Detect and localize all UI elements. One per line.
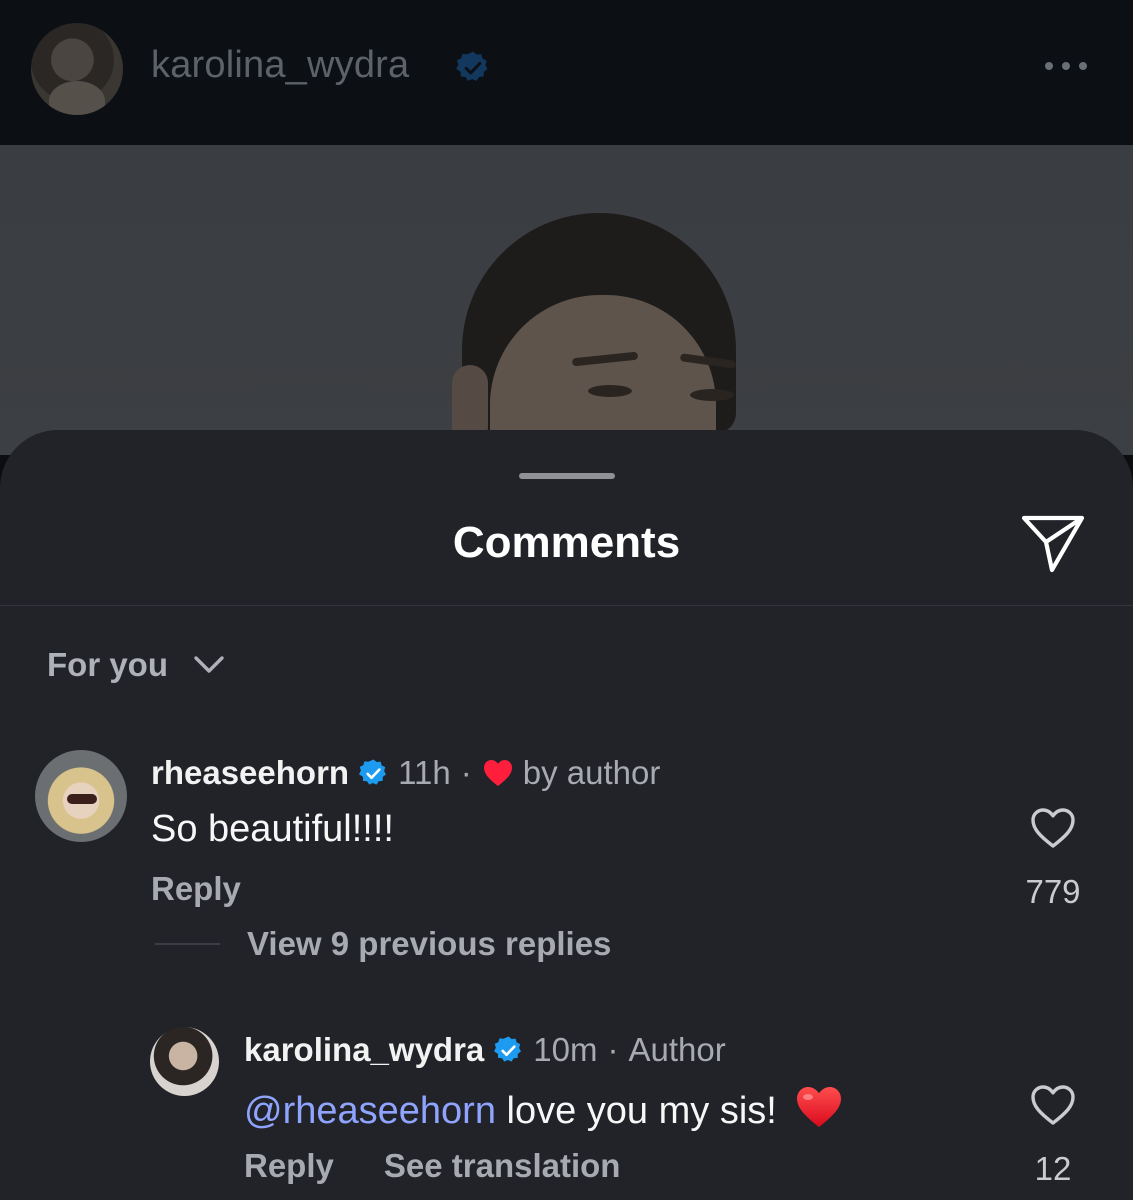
photo-eye-right [690,389,734,401]
post-header: karolina_wydra [0,0,1133,144]
red-heart-emoji-icon [797,1087,842,1127]
separator: · [460,754,472,791]
liked-by-author: by author [522,754,661,791]
sunglasses [67,794,97,804]
reply-text: @rheaseehorn love you my sis! [244,1085,843,1133]
chevron-down-icon[interactable] [192,653,226,677]
heart-outline-icon[interactable] [1029,1083,1077,1127]
sheet-grabber[interactable] [519,473,615,479]
comment-actions: Reply [151,870,241,908]
comment-avatar[interactable] [35,750,127,842]
comment-time: 11h [398,754,451,791]
reply-button[interactable]: Reply [151,870,241,908]
verified-badge-icon [494,1035,522,1062]
view-replies-button[interactable]: View 9 previous replies [247,925,611,963]
filter-label[interactable]: For you [47,646,168,684]
comment-username[interactable]: rheaseehorn [151,754,349,792]
verified-badge-icon [456,51,488,81]
reply-actions: Reply See translation [244,1147,620,1185]
heart-filled-icon [483,760,512,786]
like-count: 779 [1025,873,1081,910]
reply-username[interactable]: karolina_wydra [244,1031,484,1069]
photo-eye-left [588,385,632,397]
reply-button[interactable]: Reply [244,1147,334,1185]
send-icon[interactable] [1018,508,1088,576]
post-image[interactable] [0,145,1133,455]
verified-badge-icon [359,758,387,785]
separator: · [607,1031,619,1068]
author-label: Author [628,1031,726,1068]
reply-avatar[interactable] [150,1027,219,1096]
reply-meta: karolina_wydra 10m · Author [244,1031,726,1069]
comments-filter[interactable]: For you [47,646,226,684]
more-options-icon[interactable] [1045,56,1095,76]
comments-sheet: Comments For you rheaseehorn 11h · by au… [0,430,1133,1200]
comment-meta: rheaseehorn 11h · by author [151,754,660,792]
comment-body: So beautiful!!!! [151,808,394,850]
reply-time: 10m [533,1031,598,1068]
heart-outline-icon[interactable] [1029,806,1077,850]
post-author-username[interactable]: karolina_wydra [151,44,409,87]
comment-text: So beautiful!!!! [151,808,394,851]
mention-link[interactable]: @rheaseehorn [244,1090,496,1132]
post-author-avatar[interactable] [31,23,123,115]
see-translation-button[interactable]: See translation [384,1147,621,1185]
comments-title: Comments [452,518,681,567]
replies-line [155,943,220,945]
header-divider [0,605,1133,606]
like-count: 12 [1034,1150,1072,1187]
reply-body: love you my sis! [495,1090,777,1132]
